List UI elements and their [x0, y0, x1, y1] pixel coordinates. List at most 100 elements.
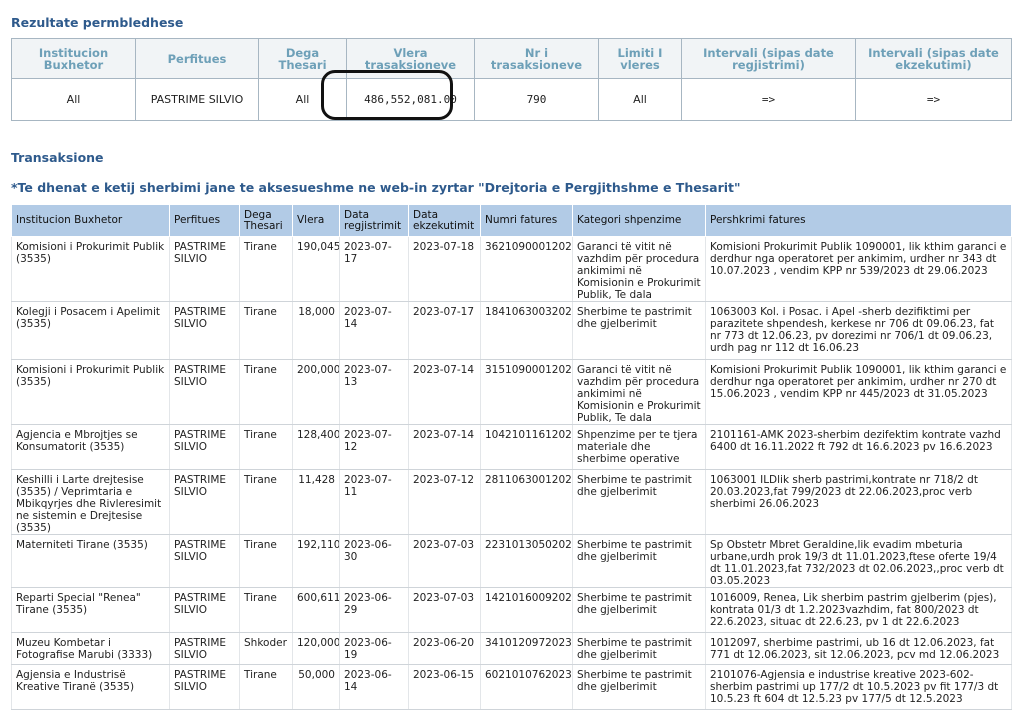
- tx-kategori: Shpenzime per te tjera materiale dhe she…: [572, 424, 706, 470]
- tx-dega: Tirane: [239, 587, 293, 633]
- summary-header-perfitues: Perfitues: [135, 38, 259, 79]
- tx-institucion: Muzeu Kombetar i Fotografise Marubi (333…: [11, 632, 170, 665]
- tx-dega: Tirane: [239, 534, 293, 588]
- table-row: Agjensia e Industrisë Kreative Tiranë (3…: [11, 664, 1012, 710]
- tx-perfitues: PASTRIME SILVIO: [169, 301, 240, 360]
- tx-header-data-ekz: Data ekzekutimit: [408, 204, 481, 237]
- tx-pershkrimi: 1016009, Renea, Lik sherbim pastrim gjel…: [705, 587, 1012, 633]
- tx-perfitues: PASTRIME SILVIO: [169, 424, 240, 470]
- summary-header-row: Institucion Buxhetor Perfitues Dega Thes…: [11, 38, 1012, 79]
- tx-kategori: Sherbime te pastrimit dhe gjelberimit: [572, 301, 706, 360]
- tx-data-reg: 2023-06-14: [339, 664, 409, 710]
- tx-perfitues: PASTRIME SILVIO: [169, 587, 240, 633]
- tx-fatura: 6021010762023: [480, 664, 573, 710]
- tx-header-dega: Dega Thesari: [239, 204, 293, 237]
- tx-data-ekz: 2023-06-20: [408, 632, 481, 665]
- summary-interval-reg: =>: [681, 78, 856, 121]
- summary-header-limiti: Limiti I vleres: [598, 38, 682, 79]
- tx-header-perfitues: Perfitues: [169, 204, 240, 237]
- tx-data-reg: 2023-07-17: [339, 236, 409, 302]
- summary-header-interval-reg: Intervali (sipas date regjistrimi): [681, 38, 856, 79]
- summary-title: Rezultate permbledhese: [11, 15, 184, 30]
- tx-vlera: 192,110: [292, 534, 340, 588]
- tx-pershkrimi: 2101076-Agjensia e industrise kreative 2…: [705, 664, 1012, 710]
- tx-vlera: 18,000: [292, 301, 340, 360]
- table-row: Keshilli i Larte drejtesise (3535) / Vep…: [11, 469, 1012, 535]
- tx-header-fatura: Numri fatures: [480, 204, 573, 237]
- tx-institucion: Agjencia e Mbrojtjes se Konsumatorit (35…: [11, 424, 170, 470]
- tx-data-reg: 2023-07-13: [339, 359, 409, 425]
- tx-vlera: 190,045: [292, 236, 340, 302]
- tx-dega: Tirane: [239, 664, 293, 710]
- tx-pershkrimi: 1063001 ILDlik sherb pastrimi,kontrate n…: [705, 469, 1012, 535]
- tx-dega: Tirane: [239, 236, 293, 302]
- tx-fatura: 10421011612023: [480, 424, 573, 470]
- tx-vlera: 200,000: [292, 359, 340, 425]
- tx-header-institucion: Institucion Buxhetor: [11, 204, 170, 237]
- tx-vlera: 11,428: [292, 469, 340, 535]
- tx-kategori: Garanci të vitit në vazhdim për procedur…: [572, 236, 706, 302]
- tx-data-ekz: 2023-07-14: [408, 424, 481, 470]
- tx-institucion: Materniteti Tirane (3535): [11, 534, 170, 588]
- tx-data-ekz: 2023-07-03: [408, 534, 481, 588]
- tx-dega: Tirane: [239, 424, 293, 470]
- summary-header-nr: Nr i trasaksioneve: [474, 38, 599, 79]
- tx-perfitues: PASTRIME SILVIO: [169, 359, 240, 425]
- tx-kategori: Sherbime te pastrimit dhe gjelberimit: [572, 469, 706, 535]
- tx-data-ekz: 2023-07-18: [408, 236, 481, 302]
- tx-vlera: 50,000: [292, 664, 340, 710]
- tx-pershkrimi: 1063003 Kol. i Posac. i Apel -sherb dezi…: [705, 301, 1012, 360]
- tx-kategori: Sherbime te pastrimit dhe gjelberimit: [572, 587, 706, 633]
- transactions-title: Transaksione: [11, 150, 104, 165]
- tx-perfitues: PASTRIME SILVIO: [169, 534, 240, 588]
- summary-institucion: All: [11, 78, 136, 121]
- tx-vlera: 128,400: [292, 424, 340, 470]
- tx-institucion: Agjensia e Industrisë Kreative Tiranë (3…: [11, 664, 170, 710]
- tx-data-reg: 2023-07-12: [339, 424, 409, 470]
- tx-kategori: Sherbime te pastrimit dhe gjelberimit: [572, 632, 706, 665]
- summary-table: Institucion Buxhetor Perfitues Dega Thes…: [11, 38, 1012, 121]
- tx-institucion: Keshilli i Larte drejtesise (3535) / Vep…: [11, 469, 170, 535]
- tx-institucion: Komisioni i Prokurimit Publik (3535): [11, 236, 170, 302]
- summary-dega: All: [258, 78, 347, 121]
- tx-data-reg: 2023-07-11: [339, 469, 409, 535]
- tx-data-ekz: 2023-07-14: [408, 359, 481, 425]
- tx-data-reg: 2023-06-30: [339, 534, 409, 588]
- summary-header-institucion: Institucion Buxhetor: [11, 38, 136, 79]
- summary-nr: 790: [474, 78, 599, 121]
- tx-kategori: Sherbime te pastrimit dhe gjelberimit: [572, 534, 706, 588]
- tx-pershkrimi: Komisioni Prokurimit Publik 1090001, lik…: [705, 236, 1012, 302]
- tx-data-reg: 2023-06-19: [339, 632, 409, 665]
- tx-kategori: Sherbime te pastrimit dhe gjelberimit: [572, 664, 706, 710]
- summary-limiti: All: [598, 78, 682, 121]
- table-row: Komisioni i Prokurimit Publik (3535) PAS…: [11, 236, 1012, 302]
- summary-interval-ekz: =>: [855, 78, 1012, 121]
- tx-dega: Tirane: [239, 469, 293, 535]
- summary-perfitues: PASTRIME SILVIO: [135, 78, 259, 121]
- tx-data-ekz: 2023-07-17: [408, 301, 481, 360]
- tx-pershkrimi: 2101161-AMK 2023-sherbim dezifektim kont…: [705, 424, 1012, 470]
- transactions-table: Institucion Buxhetor Perfitues Dega Thes…: [11, 204, 1012, 710]
- tx-dega: Tirane: [239, 301, 293, 360]
- tx-fatura: 18410630032023: [480, 301, 573, 360]
- tx-header-pershkrimi: Pershkrimi fatures: [705, 204, 1012, 237]
- table-row: Kolegji i Posacem i Apelimit (3535) PAST…: [11, 301, 1012, 360]
- tx-fatura: 36210900012023: [480, 236, 573, 302]
- table-row: Agjencia e Mbrojtjes se Konsumatorit (35…: [11, 424, 1012, 470]
- table-row: Materniteti Tirane (3535) PASTRIME SILVI…: [11, 534, 1012, 588]
- tx-data-reg: 2023-07-14: [339, 301, 409, 360]
- data-source-notice: *Te dhenat e ketij sherbimi jane te akse…: [11, 180, 741, 195]
- table-row: Komisioni i Prokurimit Publik (3535) PAS…: [11, 359, 1012, 425]
- tx-fatura: 31510900012023: [480, 359, 573, 425]
- tx-data-ekz: 2023-07-12: [408, 469, 481, 535]
- table-row: Muzeu Kombetar i Fotografise Marubi (333…: [11, 632, 1012, 665]
- tx-kategori: Garanci të vitit në vazhdim për procedur…: [572, 359, 706, 425]
- summary-header-vlera: Vlera trasaksioneve: [346, 38, 475, 79]
- tx-pershkrimi: 1012097, sherbime pastrimi, ub 16 dt 12.…: [705, 632, 1012, 665]
- tx-fatura: 14210160092023: [480, 587, 573, 633]
- tx-institucion: Komisioni i Prokurimit Publik (3535): [11, 359, 170, 425]
- tx-perfitues: PASTRIME SILVIO: [169, 469, 240, 535]
- tx-pershkrimi: Komisioni Prokurimit Publik 1090001, lik…: [705, 359, 1012, 425]
- tx-header-vlera: Vlera: [292, 204, 340, 237]
- tx-fatura: 22310130502023: [480, 534, 573, 588]
